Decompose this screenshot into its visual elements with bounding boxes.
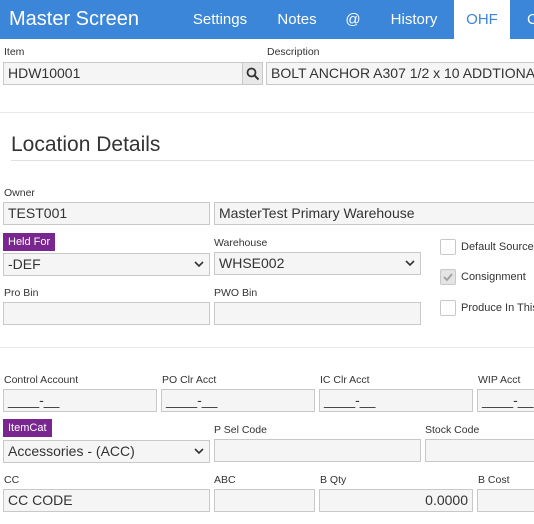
- owner-code-input[interactable]: TEST001: [3, 202, 210, 225]
- po-clr-acct-label: PO Clr Acct: [162, 374, 217, 386]
- b-cost-label: B Cost: [478, 474, 510, 486]
- search-icon: [246, 67, 260, 81]
- p-sel-code-label: P Sel Code: [214, 424, 267, 436]
- section-title-location: Location Details: [11, 133, 161, 156]
- b-qty-label: B Qty: [320, 474, 347, 486]
- default-source-label: Default Source: [461, 241, 534, 253]
- produce-checkbox[interactable]: [440, 300, 456, 316]
- b-qty-input[interactable]: 0.0000: [319, 489, 473, 512]
- chevron-down-icon: [194, 261, 204, 268]
- stock-code-input[interactable]: [425, 439, 534, 462]
- itemcat-badge: ItemCat: [3, 419, 52, 437]
- pwo-bin-label: PWO Bin: [214, 287, 258, 299]
- owner-name-input[interactable]: MasterTest Primary Warehouse: [214, 202, 534, 225]
- control-account-label: Control Account: [4, 374, 79, 386]
- item-input[interactable]: HDW10001: [3, 62, 243, 85]
- tab-notes[interactable]: Notes: [266, 0, 328, 39]
- pro-bin-input[interactable]: [3, 302, 210, 325]
- wip-acct-input[interactable]: ____-__: [477, 389, 534, 412]
- warehouse-value: WHSE002: [219, 255, 285, 271]
- description-input[interactable]: BOLT ANCHOR A307 1/2 x 10 ADDTIONAL: [266, 62, 534, 85]
- tab-at[interactable]: @: [334, 0, 372, 39]
- consignment-label: Consignment: [461, 271, 526, 283]
- item-search-button[interactable]: [243, 62, 263, 85]
- control-account-input[interactable]: ____-__: [3, 389, 157, 412]
- app-title: Master Screen: [9, 8, 140, 30]
- held-for-badge: Held For: [3, 233, 56, 251]
- item-label: Item: [4, 46, 25, 58]
- po-clr-acct-input[interactable]: ____-__: [161, 389, 315, 412]
- ic-clr-acct-input[interactable]: ____-__: [319, 389, 473, 412]
- warehouse-select[interactable]: WHSE002: [214, 252, 421, 275]
- ic-clr-acct-label: IC Clr Acct: [320, 374, 370, 386]
- app-header: Master Screen Settings Notes @ History O…: [0, 0, 534, 39]
- pwo-bin-input[interactable]: [214, 302, 421, 325]
- divider: [0, 112, 534, 113]
- chevron-down-icon: [405, 260, 415, 267]
- abc-label: ABC: [214, 474, 236, 486]
- wip-acct-label: WIP Acct: [478, 374, 521, 386]
- cc-input[interactable]: CC CODE: [3, 489, 210, 512]
- tab-ohf[interactable]: OHF: [454, 0, 510, 39]
- held-for-value: -DEF: [8, 256, 41, 272]
- tab-history[interactable]: History: [378, 0, 450, 39]
- b-cost-input[interactable]: [477, 489, 534, 512]
- held-for-select[interactable]: -DEF: [3, 253, 210, 276]
- section-underline: [11, 160, 534, 161]
- default-source-checkbox[interactable]: [440, 239, 456, 255]
- tab-settings[interactable]: Settings: [182, 0, 258, 39]
- pro-bin-label: Pro Bin: [4, 287, 39, 299]
- itemcat-value: Accessories - (ACC): [8, 443, 135, 459]
- divider: [0, 347, 534, 348]
- consignment-checkbox[interactable]: [440, 269, 456, 285]
- owner-label: Owner: [4, 187, 35, 199]
- tab-more[interactable]: C: [516, 0, 534, 39]
- chevron-down-icon: [194, 448, 204, 455]
- cc-label: CC: [4, 474, 20, 486]
- itemcat-select[interactable]: Accessories - (ACC): [3, 440, 210, 463]
- abc-input[interactable]: [214, 489, 315, 512]
- stock-code-label: Stock Code: [425, 424, 480, 436]
- checkmark-icon: [443, 273, 453, 282]
- description-label: Description: [267, 46, 320, 58]
- warehouse-label: Warehouse: [214, 237, 268, 249]
- p-sel-code-input[interactable]: [214, 439, 421, 462]
- produce-label: Produce In This: [461, 302, 534, 314]
